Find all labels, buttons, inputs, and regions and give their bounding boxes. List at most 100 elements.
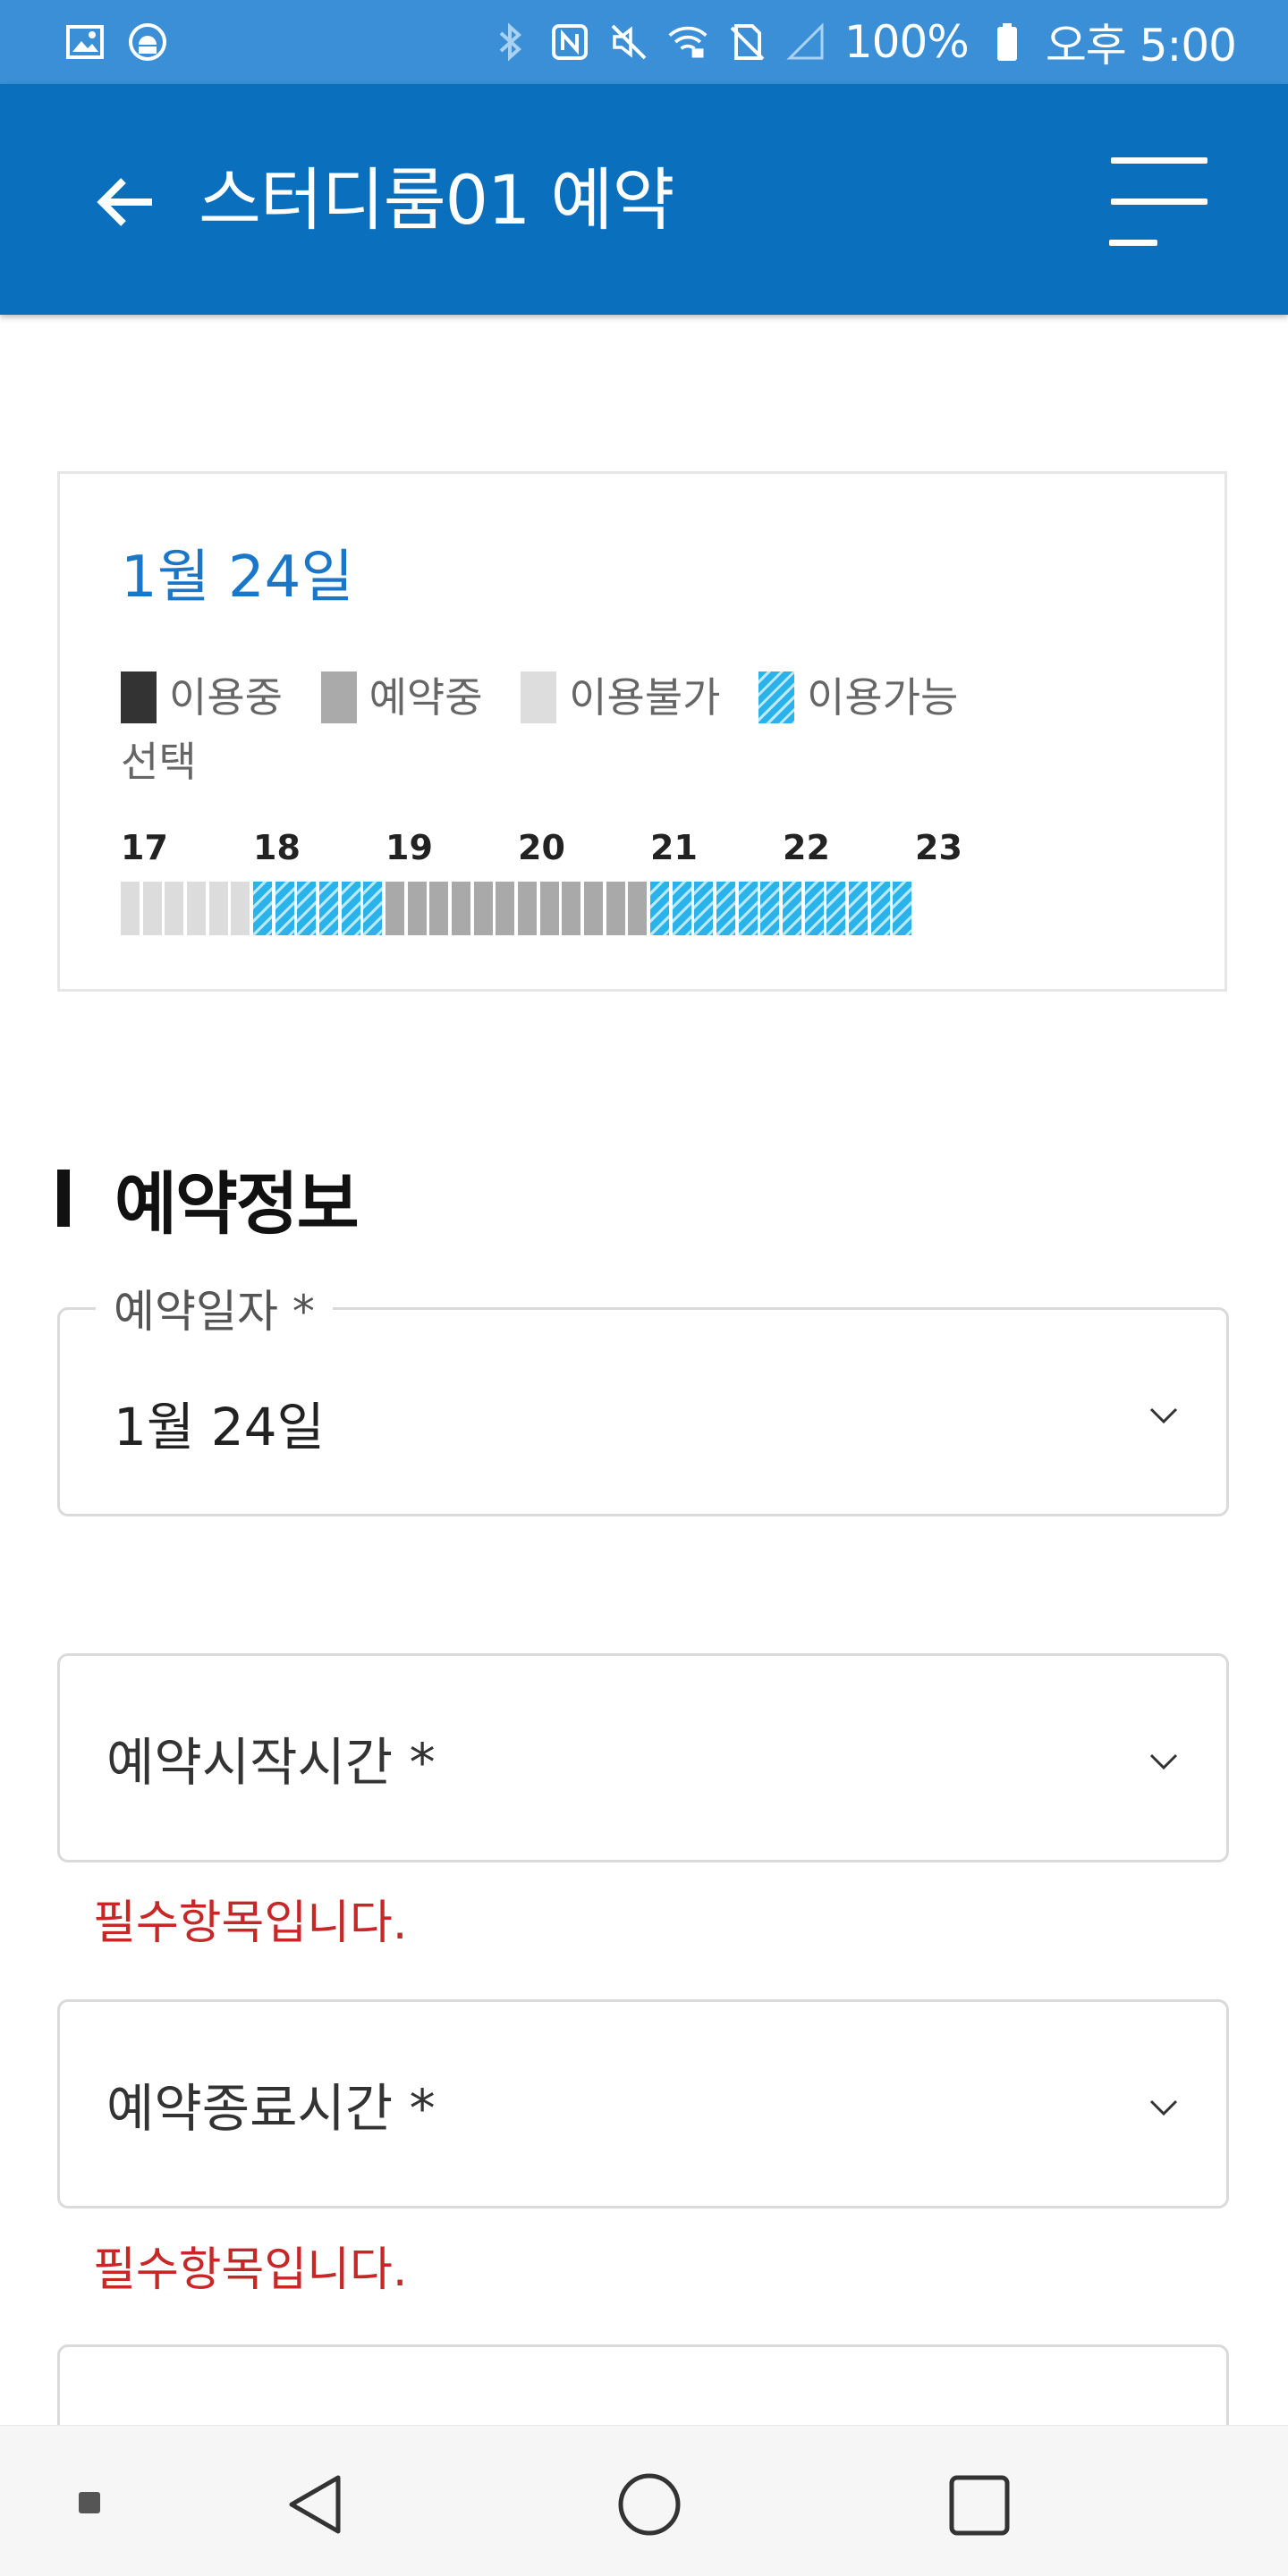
time-slot-available[interactable] — [650, 882, 669, 935]
in-use-swatch — [121, 671, 157, 723]
bluetooth-icon — [490, 21, 531, 63]
reservation-date-select[interactable]: 예약일자 * 1월 24일 — [57, 1276, 1229, 1516]
nav-home-icon[interactable] — [617, 2472, 682, 2537]
menu-button[interactable] — [1107, 157, 1211, 247]
time-slot-available[interactable] — [760, 882, 780, 935]
time-slot-reserved — [429, 882, 449, 935]
hour-label: 20 — [518, 828, 565, 867]
menu-icon-line — [1109, 240, 1157, 246]
clock-text: 오후 5:00 — [1045, 20, 1237, 72]
time-slot-available[interactable] — [275, 882, 294, 935]
start-time-select[interactable]: 예약시작시간 * — [57, 1653, 1229, 1862]
time-slot-unavailable — [165, 882, 184, 935]
hour-labels: 17 18 19 20 21 22 23 — [121, 828, 1105, 867]
time-slot-available[interactable] — [826, 882, 846, 935]
hour-label: 23 — [915, 828, 962, 867]
hour-label: 22 — [783, 828, 830, 867]
signal-icon — [785, 21, 826, 63]
time-slot-available[interactable] — [893, 882, 912, 935]
time-slot-available[interactable] — [716, 882, 735, 935]
section-title-text: 예약정보 — [114, 1164, 360, 1244]
reservation-date-label: 예약일자 * — [96, 1276, 333, 1340]
section-marker — [57, 1170, 70, 1227]
legend-unavailable: 이용불가 — [521, 660, 720, 735]
time-slot-unavailable — [142, 882, 162, 935]
available-swatch — [758, 671, 795, 723]
battery-icon — [987, 21, 1028, 63]
time-slot-reserved — [386, 882, 404, 935]
start-time-error: 필수항목입니다. — [93, 1896, 408, 1950]
end-time-select[interactable]: 예약종료시간 * — [57, 1999, 1229, 2209]
hour-label: 21 — [650, 828, 698, 867]
legend-label: 이용중 — [169, 673, 283, 722]
unavailable-swatch — [521, 671, 557, 723]
nav-indicator-icon — [79, 2492, 100, 2513]
time-slot-available[interactable] — [849, 882, 868, 935]
time-slot-available[interactable] — [870, 882, 890, 935]
legend-selected — [996, 671, 1045, 723]
time-slot-available[interactable] — [363, 882, 383, 935]
time-slot-reserved — [518, 882, 537, 935]
legend-reserved: 예약중 — [320, 660, 483, 735]
time-slot-unavailable — [208, 882, 228, 935]
time-slot-available[interactable] — [694, 882, 714, 935]
time-slot-available[interactable] — [319, 882, 338, 935]
chevron-down-icon — [1149, 1753, 1178, 1770]
legend-label: 이용가능 — [807, 673, 959, 722]
menu-icon-line — [1111, 198, 1208, 205]
start-time-placeholder: 예약시작시간 * — [106, 1732, 436, 1793]
time-slot-reserved — [452, 882, 470, 935]
wifi-icon — [667, 21, 708, 63]
gallery-icon — [64, 21, 106, 63]
legend-selected-label: 선택 — [121, 738, 197, 786]
mute-icon — [608, 21, 649, 63]
time-slot-unavailable — [187, 882, 206, 935]
reserved-swatch — [320, 671, 357, 723]
end-time-placeholder: 예약종료시간 * — [106, 2078, 436, 2139]
time-slot-available[interactable] — [672, 882, 691, 935]
time-slot-available[interactable] — [297, 882, 317, 935]
schedule-legend: 이용중 예약중 이용불가 이용가능 — [121, 660, 1176, 747]
nav-back-icon[interactable] — [284, 2472, 349, 2537]
schedule-date: 1월 24일 — [121, 545, 354, 611]
legend-available: 이용가능 — [758, 660, 958, 735]
time-slot-reserved — [407, 882, 427, 935]
time-slot-available[interactable] — [804, 882, 824, 935]
hour-label: 17 — [121, 828, 168, 867]
time-slot-unavailable — [231, 882, 250, 935]
end-time-error: 필수항목입니다. — [93, 2243, 408, 2297]
schedule-card: 1월 24일 이용중 예약중 이용불가 이용가능 선택 17 18 19 20 21 22… — [57, 471, 1227, 992]
chevron-down-icon — [1149, 1407, 1178, 1424]
selected-swatch — [996, 671, 1032, 723]
time-slot-reserved — [606, 882, 625, 935]
hour-label: 19 — [386, 828, 433, 867]
android-debug-icon — [127, 21, 168, 63]
page-title: 스터디룸01 예약 — [199, 160, 674, 240]
app-bar: 스터디룸01 예약 — [0, 84, 1288, 315]
legend-label: 예약중 — [369, 673, 483, 722]
no-sim-icon — [726, 21, 767, 63]
nav-recent-icon[interactable] — [948, 2474, 1011, 2537]
time-slot-reserved — [496, 882, 515, 935]
time-slot-available[interactable] — [783, 882, 801, 935]
status-bar: 100% 오후 5:00 — [0, 0, 1288, 84]
time-slot-available[interactable] — [253, 882, 272, 935]
time-slot-available[interactable] — [341, 882, 360, 935]
time-slots — [121, 882, 1105, 935]
time-slot-reserved — [584, 882, 603, 935]
back-button[interactable] — [93, 173, 165, 231]
time-slot-reserved — [473, 882, 493, 935]
time-slot-reserved — [539, 882, 559, 935]
hour-label: 18 — [253, 828, 301, 867]
arrow-left-icon — [97, 178, 152, 226]
nfc-icon — [549, 21, 590, 63]
menu-icon-line — [1111, 157, 1208, 164]
time-slot-reserved — [562, 882, 581, 935]
chevron-down-icon — [1149, 2099, 1178, 2116]
reservation-date-value: 1월 24일 — [114, 1397, 325, 1457]
time-slot-available[interactable] — [738, 882, 758, 935]
system-nav-bar — [0, 2425, 1288, 2576]
legend-label: 이용불가 — [569, 673, 721, 722]
time-slot-reserved — [628, 882, 648, 935]
reservation-section-title: 예약정보 — [57, 1158, 360, 1244]
